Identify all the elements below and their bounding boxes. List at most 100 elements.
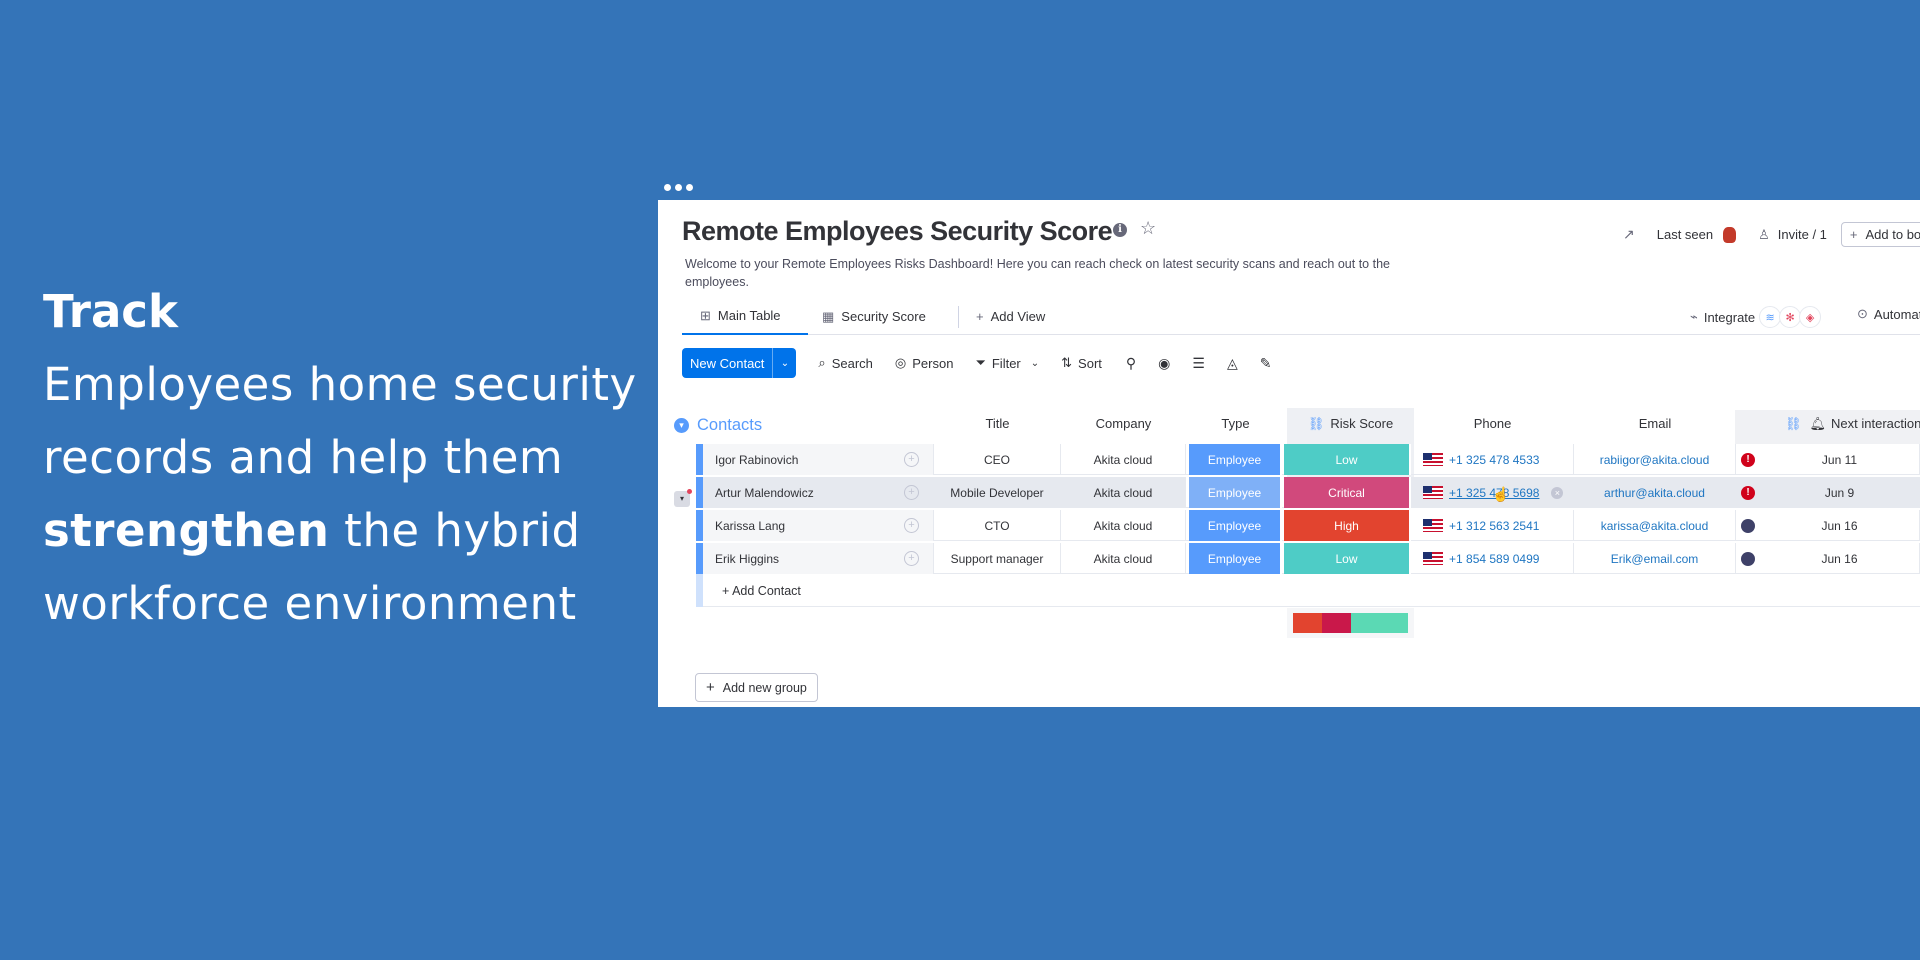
phone-number[interactable]: +1 854 589 0499 [1449,552,1539,566]
table-row[interactable]: Erik Higgins + Support manager Akita clo… [696,543,1920,574]
group-header[interactable]: ▾ Contacts [674,416,762,435]
paint-bucket-icon[interactable]: ◬ [1227,355,1238,372]
table-row[interactable]: Karissa Lang + CTO Akita cloud Employee … [696,510,1920,541]
contact-name[interactable]: Karissa Lang [703,510,934,541]
cell-email[interactable]: rabiigor@akita.cloud [1574,444,1736,475]
integration-logo-icon: ✻ [1779,306,1802,328]
cell-type-status[interactable]: Employee [1189,510,1282,541]
cell-title[interactable]: Support manager [934,543,1061,574]
group-color-bar [696,543,703,574]
new-contact-label[interactable]: New Contact [682,348,772,378]
window-menu-icon[interactable] [664,184,693,191]
cell-title[interactable]: CEO [934,444,1061,475]
cell-email[interactable]: arthur@akita.cloud [1574,477,1736,508]
cell-company[interactable]: Akita cloud [1061,477,1186,508]
cell-email[interactable]: Erik@email.com [1574,543,1736,574]
cell-risk-score[interactable]: Low [1284,444,1411,475]
cell-risk-score[interactable]: High [1284,510,1411,541]
phone-number[interactable]: +1 312 563 2541 [1449,519,1539,533]
filter-icon: ⏷ [975,355,986,370]
board-title[interactable]: Remote Employees Security Score [682,216,1113,247]
group-title[interactable]: Contacts [697,416,762,435]
avatar[interactable] [1723,226,1737,243]
activity-icon[interactable]: ↗ [1623,226,1635,243]
cell-company[interactable]: Akita cloud [1061,444,1186,475]
add-update-icon[interactable]: + [904,518,919,533]
add-view-button[interactable]: + Add View [976,298,1045,335]
tab-security-score[interactable]: ▦ Security Score [822,298,926,335]
cell-type-status[interactable]: Employee [1189,543,1282,574]
cell-next-interaction[interactable]: Jun 9 [1760,477,1920,508]
table-row[interactable]: Igor Rabinovich + CEO Akita cloud Employ… [696,444,1920,475]
cell-title[interactable]: CTO [934,510,1061,541]
cell-type-status[interactable]: Employee [1189,444,1282,475]
column-header-company[interactable]: Company [1061,416,1186,431]
person-filter-button[interactable]: ◎ Person [895,355,954,371]
add-contact-input[interactable]: + Add Contact [722,584,801,598]
cell-phone[interactable]: +1 312 563 2541 [1411,510,1574,541]
group-color-bar [696,574,703,607]
add-update-icon[interactable]: + [904,551,919,566]
chevron-down-icon[interactable]: ▾ [674,418,689,433]
row-height-icon[interactable]: ☰ [1192,355,1205,372]
cell-email[interactable]: karissa@akita.cloud [1574,510,1736,541]
automate-button[interactable]: ⊙ Automate / [1857,306,1920,322]
integration-logo-icon: ◈ [1799,306,1822,328]
cell-phone[interactable]: +1 854 589 0499 [1411,543,1574,574]
cell-company[interactable]: Akita cloud [1061,510,1186,541]
hide-icon[interactable]: ◉ [1158,355,1170,372]
chevron-down-icon[interactable]: ⌄ [1031,358,1039,369]
cell-phone[interactable]: +1 325 478 4533 [1411,444,1574,475]
cell-title[interactable]: Mobile Developer [934,477,1061,508]
cell-next-interaction[interactable]: Jun 16 [1760,543,1920,574]
column-header-title[interactable]: Title [934,416,1061,431]
tab-main-table[interactable]: ⊞ Main Table [682,298,808,335]
contact-name[interactable]: Erik Higgins [703,543,934,574]
add-update-icon[interactable]: + [904,485,919,500]
alert-icon: ! [1741,452,1755,467]
cell-next-interaction[interactable]: Jun 11 [1760,444,1920,475]
last-seen-label[interactable]: Last seen [1657,227,1713,242]
cell-company[interactable]: Akita cloud [1061,543,1186,574]
invite-button[interactable]: ♙ Invite / 1 [1758,227,1827,243]
table-row[interactable]: Artur Malendowicz + Mobile Developer Aki… [696,477,1920,508]
edit-icon[interactable]: ✎ [1260,355,1272,372]
integrate-button[interactable]: ⌁ Integrate ≋ ✻ ◈ [1690,306,1822,328]
add-contact-row[interactable]: + Add Contact [696,574,1920,607]
view-tabs: ⊞ Main Table ▦ Security Score + Add View ⌁ … [682,298,1920,335]
board-header-actions: ↗ Last seen ♙ Invite / 1 + Add to bo [1623,222,1920,247]
hand-cursor-icon: ☝ [1492,486,1510,502]
contact-name[interactable]: Igor Rabinovich [703,444,934,475]
invite-label: Invite / 1 [1777,227,1827,242]
integration-logos: ≋ ✻ ◈ [1759,306,1822,328]
add-update-icon[interactable]: + [904,452,919,467]
column-header-phone[interactable]: Phone [1411,416,1574,431]
cell-risk-score[interactable]: Low [1284,543,1411,574]
filter-button[interactable]: ⏷ Filter ⌄ [975,355,1039,371]
cell-type-status[interactable]: Employee [1189,477,1282,508]
clear-icon[interactable]: × [1551,486,1564,499]
sort-button[interactable]: ⇅ Sort [1061,355,1102,371]
star-icon[interactable]: ☆ [1140,218,1156,239]
info-icon[interactable]: i [1113,223,1127,237]
contact-name[interactable]: Artur Malendowicz [703,477,934,508]
cell-risk-score[interactable]: Critical [1284,477,1411,508]
new-contact-button[interactable]: New Contact ⌄ [682,348,797,378]
column-header-next-interaction[interactable]: ⛓ 🔔︎ Next interaction [1785,416,1920,432]
add-new-group-button[interactable]: + Add new group [695,673,818,702]
column-header-type[interactable]: Type [1189,416,1282,431]
pin-icon[interactable]: ⚲ [1126,355,1136,372]
column-header-email[interactable]: Email [1574,416,1736,431]
link-icon: ⛓ [1307,416,1325,431]
add-to-board-button[interactable]: + Add to bo [1840,222,1920,247]
row-menu-icon[interactable]: ▾ [674,489,692,507]
column-header-risk-score[interactable]: ⛓ Risk Score [1287,416,1414,432]
risk-score-summary[interactable] [1287,608,1414,638]
chevron-down-icon[interactable]: ⌄ [772,348,796,378]
hero-heading: Track [43,285,178,338]
cell-next-interaction[interactable]: Jun 16 [1760,510,1920,541]
search-button[interactable]: ⌕ Search [818,355,872,371]
phone-number[interactable]: +1 325 478 4533 [1449,453,1539,467]
column-header-next-interaction-label: Next interaction [1831,416,1920,431]
cell-alert [1736,510,1760,541]
